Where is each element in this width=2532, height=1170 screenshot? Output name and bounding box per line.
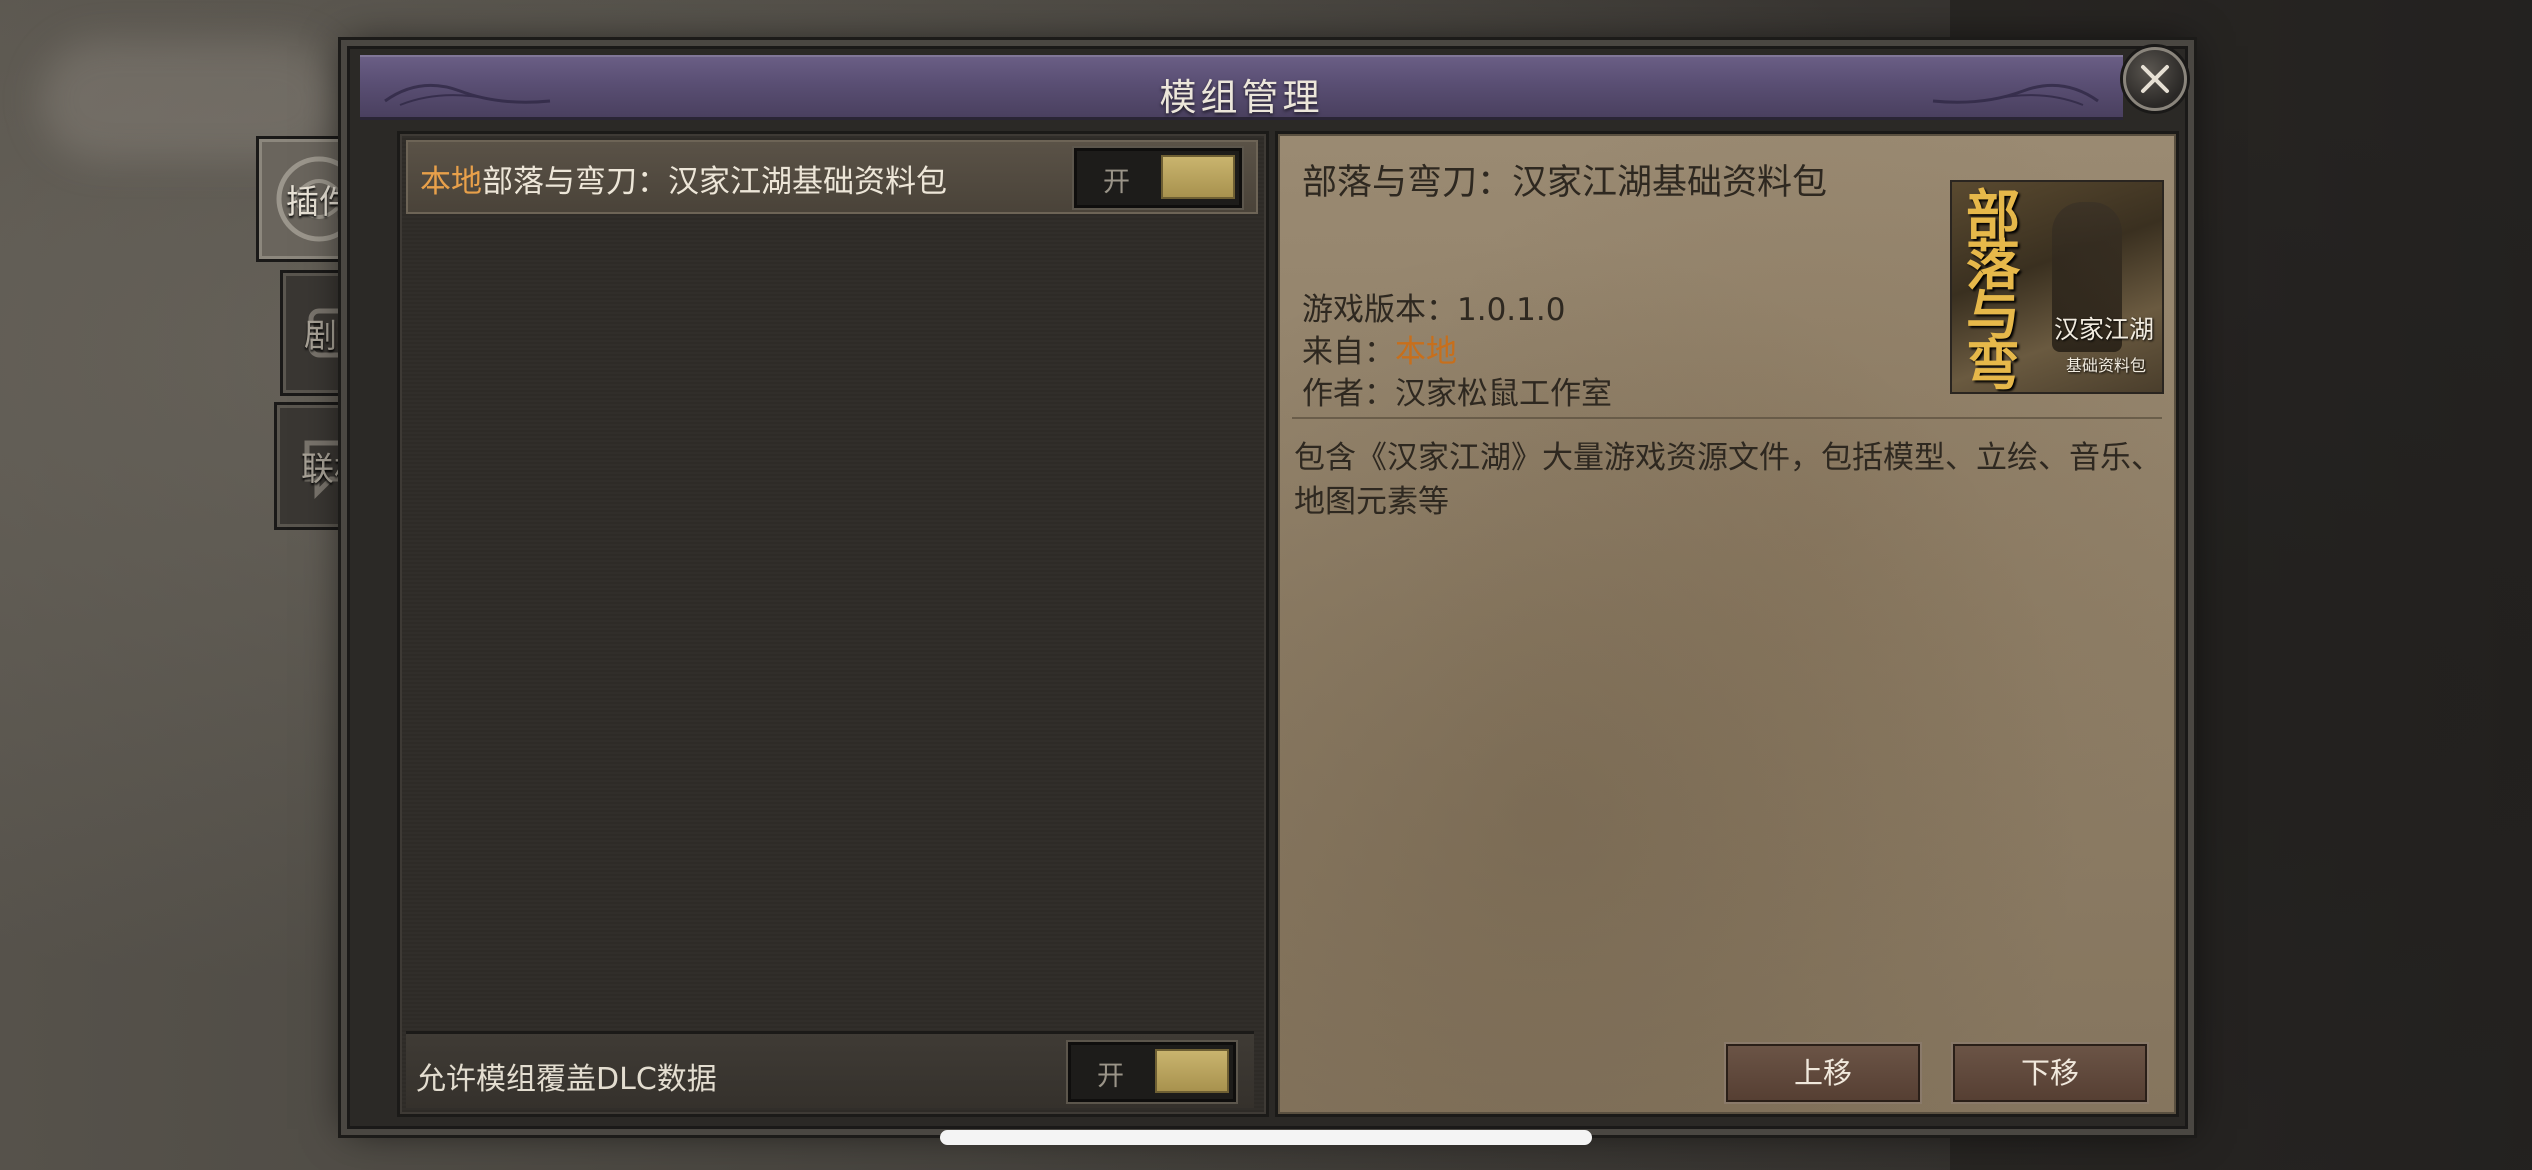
detail-source: 来自：本地 — [1302, 326, 1457, 371]
mod-list-panel: 本地部落与弯刀：汉家江湖基础资料包 开 允许模组覆盖DLC数据 开 — [397, 131, 1269, 1117]
source-value: 本地 — [1395, 334, 1457, 370]
author-value: 汉家松鼠工作室 — [1395, 376, 1612, 412]
home-indicator[interactable] — [940, 1130, 1592, 1145]
mod-cover-image: 部落与弯刀 汉家江湖 基础资料包 — [1950, 180, 2164, 394]
detail-description: 包含《汉家江湖》大量游戏资源文件，包括模型、立绘、音乐、地图元素等 — [1294, 440, 2162, 520]
source-label: 来自： — [1302, 334, 1395, 370]
cover-caption: 基础资料包 — [2065, 356, 2146, 375]
move-down-button[interactable]: 下移 — [1953, 1044, 2147, 1102]
mod-item-name: 部落与弯刀：汉家江湖基础资料包 — [482, 164, 947, 200]
cover-title: 部落与弯刀 — [1966, 183, 2020, 394]
dlc-override-toggle[interactable]: 开 — [1068, 1042, 1236, 1102]
detail-version: 游戏版本：1.0.1.0 — [1302, 284, 1565, 329]
toggle-knob — [1161, 155, 1235, 199]
toggle-label: 开 — [1103, 167, 1130, 198]
divider — [1292, 417, 2162, 419]
mod-detail-panel: 部落与弯刀：汉家江湖基础资料包 部落与弯刀 汉家江湖 基础资料包 游戏版本：1.… — [1275, 131, 2179, 1117]
version-label: 游戏版本： — [1302, 292, 1457, 328]
ornament-right-icon — [1932, 83, 2099, 106]
toggle-label: 开 — [1097, 1061, 1124, 1092]
mod-manager-dialog: 模组管理 本地部落与弯刀：汉家江湖基础资料包 开 允许模组覆盖DLC数据 开 部… — [347, 46, 2188, 1129]
dlc-override-row: 允许模组覆盖DLC数据 开 — [406, 1031, 1254, 1108]
dlc-override-label: 允许模组覆盖DLC数据 — [416, 1062, 717, 1097]
title-bar: 模组管理 — [360, 55, 2123, 120]
version-value: 1.0.1.0 — [1457, 292, 1566, 328]
list-item[interactable]: 本地部落与弯刀：汉家江湖基础资料包 开 — [406, 140, 1258, 214]
close-icon — [2141, 65, 2169, 93]
close-button[interactable] — [2123, 47, 2187, 111]
cover-subtitle: 汉家江湖 — [2053, 315, 2154, 344]
tab-plugins-label: 插件 — [286, 182, 352, 221]
detail-title: 部落与弯刀：汉家江湖基础资料包 — [1302, 163, 1828, 203]
mod-enable-toggle[interactable]: 开 — [1074, 148, 1242, 208]
dialog-title: 模组管理 — [1159, 76, 1324, 119]
mod-source-tag: 本地 — [420, 164, 482, 200]
move-up-button[interactable]: 上移 — [1726, 1044, 1920, 1102]
detail-author: 作者：汉家松鼠工作室 — [1302, 368, 1612, 413]
mod-item-text: 本地部落与弯刀：汉家江湖基础资料包 — [420, 156, 947, 201]
toggle-knob — [1155, 1049, 1229, 1093]
author-label: 作者： — [1302, 376, 1395, 412]
